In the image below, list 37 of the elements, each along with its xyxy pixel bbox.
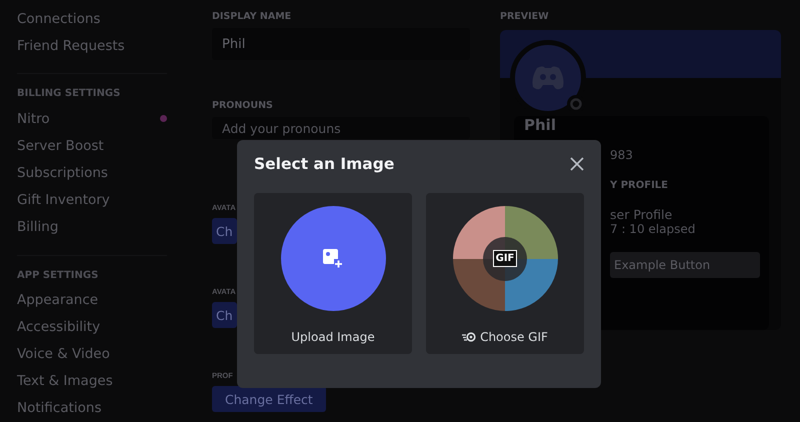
profile-name: Phil: [524, 116, 556, 134]
pronouns-field[interactable]: Add your pronouns: [212, 117, 470, 139]
field-label: PRONOUNS: [212, 100, 273, 111]
section-label: PREVIEW: [500, 11, 550, 22]
sidebar-item[interactable]: Gift Inventory: [17, 192, 110, 208]
section-label: Y PROFILE: [610, 180, 668, 191]
option-label: Choose GIF: [480, 330, 548, 344]
sidebar-item[interactable]: Appearance: [17, 292, 98, 308]
change-button[interactable]: Ch: [212, 302, 237, 328]
sidebar-item[interactable]: Notifications: [17, 400, 102, 416]
sidebar-item[interactable]: Nitro: [17, 110, 50, 127]
sidebar-item[interactable]: Text & Images: [17, 373, 113, 390]
sidebar-item[interactable]: Subscriptions: [17, 164, 108, 181]
sidebar-item[interactable]: Friend Requests: [17, 38, 125, 54]
section-header: BILLING SETTINGS: [17, 73, 167, 100]
sidebar-item[interactable]: Billing: [17, 219, 58, 235]
gif-picker-icon: [462, 332, 476, 342]
section-header: APP SETTINGS: [17, 254, 167, 281]
user-tag: 983: [610, 148, 633, 162]
activity-text: 7 : 10 elapsed: [610, 222, 696, 236]
example-button[interactable]: Example Button: [610, 252, 760, 278]
sidebar-item[interactable]: Connections: [17, 10, 100, 27]
modal-title: Select an Image: [254, 155, 394, 173]
upload-image-option[interactable]: Upload Image: [254, 193, 412, 354]
display-name-field[interactable]: Phil: [212, 28, 470, 60]
close-icon[interactable]: [570, 157, 584, 171]
activity-text: ser Profile: [610, 207, 672, 222]
change-button[interactable]: Ch: [212, 218, 237, 244]
image-add-icon: [323, 249, 343, 268]
sidebar-item[interactable]: Server Boost: [17, 138, 104, 154]
sidebar-item[interactable]: Voice & Video: [17, 346, 110, 362]
sidebar-item[interactable]: Accessibility: [17, 319, 100, 336]
field-label: DISPLAY NAME: [212, 11, 292, 22]
change-button[interactable]: Change Effect: [212, 386, 326, 412]
choose-gif-option[interactable]: GIF Choose GIF: [426, 193, 584, 354]
option-label: Upload Image: [291, 330, 375, 344]
gif-badge: GIF: [492, 250, 518, 267]
